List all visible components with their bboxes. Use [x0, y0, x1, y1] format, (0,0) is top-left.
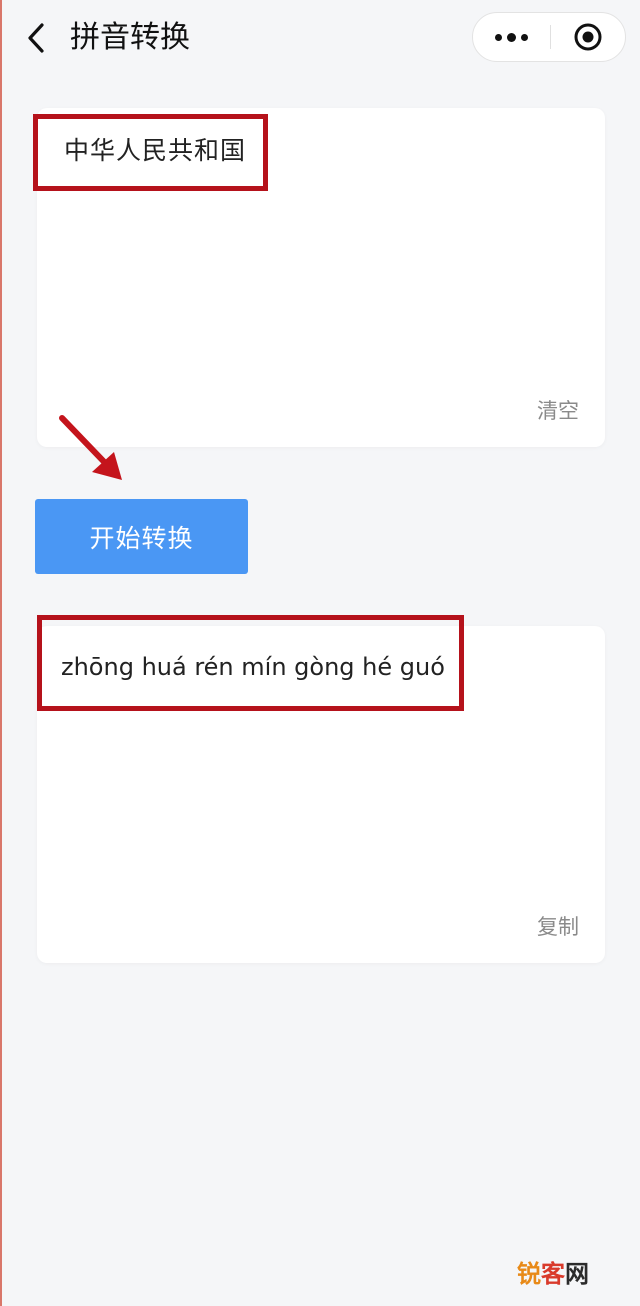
start-convert-button[interactable]: 开始转换 [35, 499, 248, 574]
close-mini-program-button[interactable] [551, 13, 625, 61]
mini-program-capsule [472, 12, 626, 62]
watermark-char-2: 客 [541, 1260, 565, 1288]
watermark-char-1: 锐 [517, 1260, 541, 1288]
watermark-char-3: 网 [565, 1260, 589, 1288]
input-highlight-box [33, 114, 268, 191]
output-highlight-box [37, 615, 464, 711]
clear-button[interactable]: 清空 [537, 397, 579, 425]
nav-bar: 拼音转换 [0, 0, 640, 76]
chevron-left-icon [28, 23, 44, 53]
more-dots-icon [494, 32, 528, 42]
page-title: 拼音转换 [70, 20, 190, 55]
left-edge-line [0, 0, 2, 1306]
annotation-arrow-icon [59, 415, 122, 480]
more-button[interactable] [473, 13, 549, 61]
copy-button[interactable]: 复制 [537, 913, 579, 941]
watermark-logo: 锐客网 [517, 1259, 589, 1289]
back-button[interactable] [18, 18, 54, 58]
target-circle-icon [574, 23, 602, 51]
